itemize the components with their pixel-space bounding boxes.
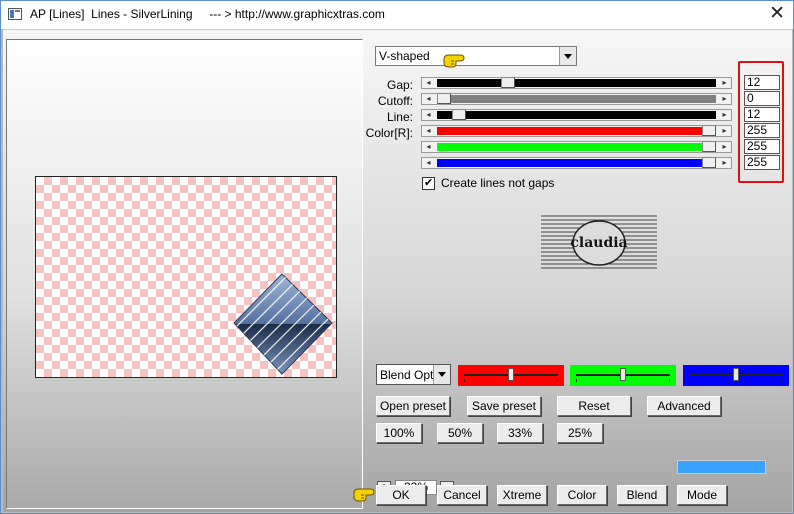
dialog-client-area: V-shaped Gap: Cutoff: Line: Color[R]: ◂ …	[3, 29, 792, 512]
slider-tick	[689, 379, 690, 382]
line-mode-value: V-shaped	[379, 49, 430, 63]
color-r-value[interactable]: 255	[744, 123, 780, 138]
slider-right-arrow-icon[interactable]: ▸	[718, 110, 731, 120]
slider-thumb[interactable]	[452, 109, 466, 120]
slider-knob[interactable]	[620, 368, 626, 381]
mode-button[interactable]: Mode	[677, 485, 727, 505]
slider-track	[437, 127, 716, 135]
line-slider[interactable]: ◂ ▸	[421, 109, 732, 121]
zoom-100-button[interactable]: 100%	[376, 423, 422, 443]
slider-track	[437, 95, 716, 103]
slider-tick	[669, 379, 670, 382]
blend-options-select[interactable]: Blend Optio	[376, 364, 451, 385]
slider-right-arrow-icon[interactable]: ▸	[718, 158, 731, 168]
slider-track	[437, 79, 716, 87]
color-button[interactable]: Color	[557, 485, 607, 505]
slider-right-arrow-icon[interactable]: ▸	[718, 142, 731, 152]
color-b-value[interactable]: 255	[744, 155, 780, 170]
zoom-25-button[interactable]: 25%	[557, 423, 603, 443]
red-mini-slider[interactable]	[458, 365, 564, 386]
line-mode-select[interactable]: V-shaped	[375, 46, 577, 66]
cutoff-value[interactable]: 0	[744, 91, 780, 106]
slider-right-arrow-icon[interactable]: ▸	[718, 126, 731, 136]
gap-value[interactable]: 12	[744, 75, 780, 90]
slider-tick	[576, 379, 577, 382]
title-bar: AP [Lines] Lines - SilverLining --- > ht…	[1, 1, 793, 29]
blue-mini-slider[interactable]	[683, 365, 789, 386]
slider-tick	[464, 379, 465, 382]
green-mini-slider[interactable]	[570, 365, 676, 386]
slider-left-arrow-icon[interactable]: ◂	[422, 78, 435, 88]
slider-knob[interactable]	[733, 368, 739, 381]
slider-thumb[interactable]	[702, 125, 716, 136]
preview-canvas[interactable]	[35, 176, 337, 378]
slider-left-arrow-icon[interactable]: ◂	[422, 158, 435, 168]
xtreme-button[interactable]: Xtreme	[497, 485, 547, 505]
save-preset-button[interactable]: Save preset	[467, 396, 541, 416]
plugin-window: AP [Lines] Lines - SilverLining --- > ht…	[0, 0, 794, 514]
slider-left-arrow-icon[interactable]: ◂	[422, 142, 435, 152]
checkmark-icon[interactable]	[422, 176, 435, 190]
slider-thumb[interactable]	[501, 77, 515, 88]
slider-track	[437, 159, 716, 167]
pointing-hand-icon	[443, 54, 465, 68]
slider-left-arrow-icon[interactable]: ◂	[422, 94, 435, 104]
ok-button[interactable]: OK	[376, 485, 426, 505]
create-lines-label: Create lines not gaps	[441, 176, 555, 190]
slider-left-arrow-icon[interactable]: ◂	[422, 126, 435, 136]
slider-tick	[557, 379, 558, 382]
slider-thumb[interactable]	[702, 157, 716, 168]
blend-button[interactable]: Blend	[617, 485, 667, 505]
current-color-swatch[interactable]	[677, 460, 766, 474]
slider-left-arrow-icon[interactable]: ◂	[422, 110, 435, 120]
color-b-slider[interactable]: ◂ ▸	[421, 157, 732, 169]
color-g-slider[interactable]: ◂ ▸	[421, 141, 732, 153]
app-icon	[8, 8, 22, 20]
gap-slider[interactable]: ◂ ▸	[421, 77, 732, 89]
preview-artwork	[233, 273, 333, 375]
slider-right-arrow-icon[interactable]: ▸	[718, 94, 731, 104]
line-value[interactable]: 12	[744, 107, 780, 122]
dropdown-arrow-icon[interactable]	[433, 365, 450, 384]
watermark-logo: claudia	[541, 215, 657, 269]
color-g-value[interactable]: 255	[744, 139, 780, 154]
logo-text: claudia	[570, 235, 627, 251]
cutoff-slider[interactable]: ◂ ▸	[421, 93, 732, 105]
color-r-label: Color[R]:	[365, 126, 413, 140]
slider-thumb[interactable]	[437, 93, 451, 104]
line-label: Line:	[386, 110, 413, 124]
slider-right-arrow-icon[interactable]: ▸	[718, 78, 731, 88]
close-icon[interactable]: ✕	[769, 3, 785, 25]
zoom-33-button[interactable]: 33%	[497, 423, 543, 443]
reset-button[interactable]: Reset	[557, 396, 631, 416]
advanced-button[interactable]: Advanced	[647, 396, 721, 416]
slider-thumb[interactable]	[702, 141, 716, 152]
gap-label: Gap:	[386, 78, 413, 92]
open-preset-button[interactable]: Open preset	[376, 396, 450, 416]
preview-panel	[6, 39, 363, 509]
window-title: AP [Lines] Lines - SilverLining --- > ht…	[30, 7, 385, 21]
color-r-slider[interactable]: ◂ ▸	[421, 125, 732, 137]
cutoff-label: Cutoff:	[377, 94, 413, 108]
create-lines-checkbox-row[interactable]: Create lines not gaps	[422, 176, 554, 190]
slider-track	[437, 143, 716, 151]
cancel-button[interactable]: Cancel	[437, 485, 487, 505]
slider-tick	[782, 379, 783, 382]
dropdown-arrow-icon[interactable]	[559, 47, 576, 65]
slider-track	[437, 111, 716, 119]
zoom-50-button[interactable]: 50%	[437, 423, 483, 443]
slider-knob[interactable]	[508, 368, 514, 381]
